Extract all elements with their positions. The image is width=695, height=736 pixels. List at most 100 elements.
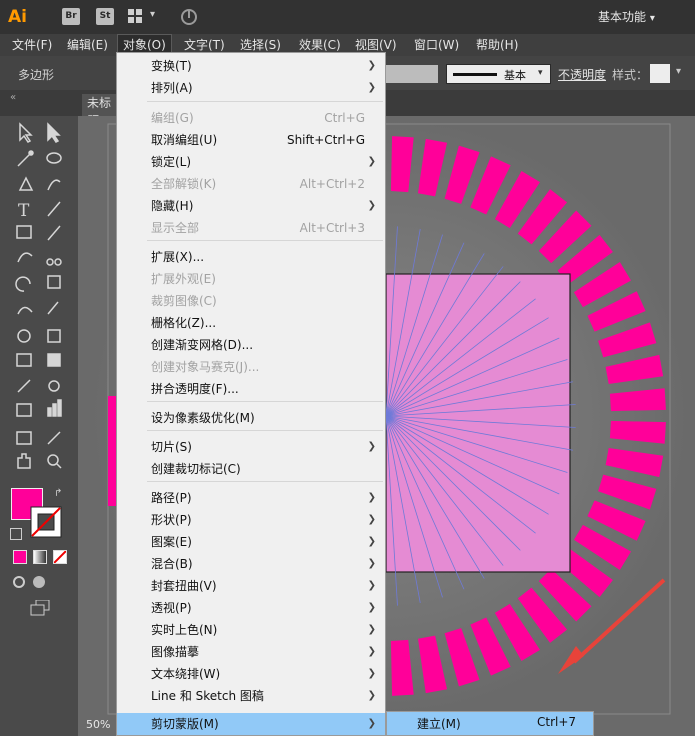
menu-item-shortcut: Ctrl+G	[324, 111, 365, 125]
object-menu-item[interactable]: 排列(A) ❯	[117, 77, 385, 99]
object-menu-item: 编组(G) Ctrl+G	[117, 107, 385, 129]
stroke-weight-field[interactable]	[386, 65, 438, 83]
menu-item-label: 裁剪图像(C)	[151, 294, 217, 308]
object-menu-item: 裁剪图像(C)	[117, 290, 385, 312]
gradient-mode-icon[interactable]	[33, 550, 47, 564]
object-menu-item[interactable]: 封套扭曲(V) ❯	[117, 575, 385, 597]
menu-item-label: 设为像素级优化(M)	[151, 411, 255, 425]
chevron-down-icon: ▾	[538, 68, 543, 78]
object-menu-item: 扩展外观(E)	[117, 268, 385, 290]
object-menu-item[interactable]: 路径(P) ❯	[117, 487, 385, 509]
object-menu-dropdown: 变换(T) ❯ 排列(A) ❯ 编组(G) Ctrl+G 取消编组(U) Shift+Ctrl…	[116, 52, 386, 736]
object-menu-item[interactable]: 栅格化(Z)...	[117, 312, 385, 334]
submenu-arrow-icon: ❯	[367, 536, 376, 547]
object-menu-item[interactable]: 实时上色(N) ❯	[117, 619, 385, 641]
object-menu-item[interactable]: 图案(E) ❯	[117, 531, 385, 553]
object-menu-item[interactable]: 变换(T) ❯	[117, 55, 385, 77]
chevron-down-icon[interactable]: ▾	[150, 9, 155, 20]
menu-separator	[147, 430, 383, 431]
object-menu-item[interactable]: 拼合透明度(F)...	[117, 378, 385, 400]
submenu-arrow-icon: ❯	[367, 492, 376, 503]
menu-item-label: 实时上色(N)	[151, 623, 218, 637]
stroke-color-swatch[interactable]	[30, 506, 62, 538]
menu-item-label: 扩展外观(E)	[151, 272, 216, 286]
menu-edit[interactable]: 编辑(E)	[67, 34, 108, 56]
zoom-level[interactable]: 50%	[86, 718, 110, 731]
menu-item-label: 创建对象马赛克(J)...	[151, 360, 260, 374]
object-menu-item[interactable]: 混合(B) ❯	[117, 553, 385, 575]
menu-item-label: 剪切蒙版(M)	[151, 717, 219, 731]
object-menu-item[interactable]: 剪切蒙版(M) ❯	[117, 713, 385, 735]
clipping-mask-submenu: 建立(M) Ctrl+7	[386, 711, 594, 736]
none-mode-icon[interactable]	[53, 550, 67, 564]
chevron-down-icon: ▾	[649, 13, 655, 24]
object-menu-item[interactable]: 形状(P) ❯	[117, 509, 385, 531]
clip-rectangle[interactable]	[385, 273, 571, 573]
submenu-arrow-icon: ❯	[367, 82, 376, 93]
menu-file[interactable]: 文件(F)	[12, 34, 52, 56]
stock-button[interactable]: St	[96, 8, 114, 25]
object-menu-item[interactable]: 隐藏(H) ❯	[117, 195, 385, 217]
object-menu-item: 全部解锁(K) Alt+Ctrl+2	[117, 173, 385, 195]
workspace-switcher[interactable]: 基本功能 ▾	[598, 8, 655, 25]
menu-item-label: 创建渐变网格(D)...	[151, 338, 254, 352]
submenu-arrow-icon: ❯	[367, 602, 376, 613]
swap-colors-icon[interactable]: ↱	[54, 488, 62, 499]
object-menu-item[interactable]: 创建渐变网格(D)...	[117, 334, 385, 356]
default-colors-icon[interactable]	[10, 528, 22, 540]
submenu-arrow-icon: ❯	[367, 624, 376, 635]
svg-text:T: T	[18, 201, 30, 221]
opacity-link[interactable]: 不透明度	[558, 66, 606, 83]
object-menu-item: 显示全部 Alt+Ctrl+3	[117, 217, 385, 239]
submenu-arrow-icon: ❯	[367, 514, 376, 525]
menu-separator	[147, 240, 383, 241]
object-menu-item[interactable]: 切片(S) ❯	[117, 436, 385, 458]
menu-item-label: Line 和 Sketch 图稿	[151, 689, 264, 703]
menu-item-label: 变换(T)	[151, 59, 192, 73]
graphic-style-swatch[interactable]	[650, 64, 670, 83]
submenu-make-shortcut: Ctrl+7	[537, 715, 577, 729]
bridge-button[interactable]: Br	[62, 8, 80, 25]
gpu-performance-icon[interactable]	[178, 8, 200, 26]
menu-item-label: 编组(G)	[151, 111, 194, 125]
object-menu-item[interactable]: 锁定(L) ❯	[117, 151, 385, 173]
stroke-profile-dropdown[interactable]: 基本 ▾	[446, 64, 551, 84]
submenu-arrow-icon: ❯	[367, 690, 376, 701]
draw-behind-icon[interactable]	[33, 576, 45, 588]
draw-normal-icon[interactable]	[13, 576, 25, 588]
selected-shape-label: 多边形	[18, 68, 55, 82]
submenu-arrow-icon: ❯	[367, 668, 376, 679]
color-mode-icon[interactable]	[13, 550, 27, 564]
object-menu-item[interactable]: 扩展(X)...	[117, 246, 385, 268]
collapse-panel-icon[interactable]: «	[10, 92, 16, 103]
menu-help[interactable]: 帮助(H)	[476, 34, 518, 56]
stroke-line-preview	[453, 73, 497, 76]
submenu-make-item[interactable]: 建立(M) Ctrl+7	[387, 712, 593, 735]
submenu-arrow-icon: ❯	[367, 60, 376, 71]
screen-mode-icon[interactable]	[30, 599, 50, 616]
menu-item-label: 切片(S)	[151, 440, 192, 454]
app-logo: Ai	[8, 7, 27, 27]
menu-item-label: 栅格化(Z)...	[151, 316, 217, 330]
menu-item-label: 拼合透明度(F)...	[151, 382, 239, 396]
object-menu-item[interactable]: Line 和 Sketch 图稿 ❯	[117, 685, 385, 707]
menu-item-label: 形状(P)	[151, 513, 192, 527]
submenu-arrow-icon: ❯	[367, 718, 376, 729]
object-menu-item[interactable]: 设为像素级优化(M)	[117, 407, 385, 429]
submenu-arrow-icon: ❯	[367, 200, 376, 211]
arrange-documents-icon[interactable]	[128, 9, 142, 23]
tools-panel: T ↱	[0, 116, 78, 736]
object-menu-item[interactable]: 透视(P) ❯	[117, 597, 385, 619]
title-bar: Ai Br St ▾ 基本功能 ▾	[0, 0, 695, 34]
object-menu-item[interactable]: 图像描摹 ❯	[117, 641, 385, 663]
menu-item-label: 封套扭曲(V)	[151, 579, 217, 593]
menu-item-shortcut: Shift+Ctrl+G	[286, 133, 365, 147]
chevron-down-icon[interactable]: ▾	[676, 66, 681, 77]
object-menu-item[interactable]: 创建裁切标记(C)	[117, 458, 385, 480]
object-menu-item[interactable]: 文本绕排(W) ❯	[117, 663, 385, 685]
menu-window[interactable]: 窗口(W)	[414, 34, 459, 56]
menu-item-label: 混合(B)	[151, 557, 193, 571]
menu-item-label: 扩展(X)...	[151, 250, 205, 264]
object-menu-item[interactable]: 取消编组(U) Shift+Ctrl+G	[117, 129, 385, 151]
menu-item-label: 显示全部	[151, 221, 200, 235]
